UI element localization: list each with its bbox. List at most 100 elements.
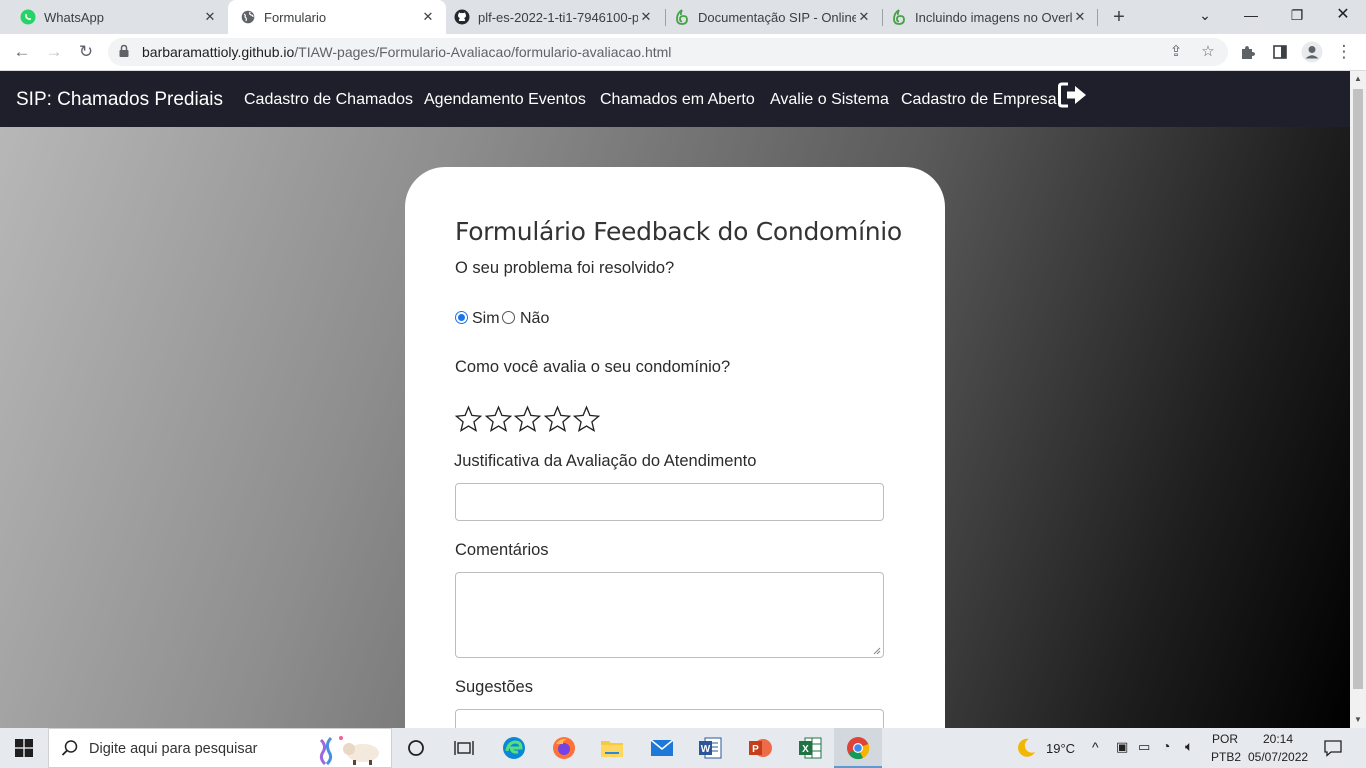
nav-cadastro-chamados[interactable]: Cadastro de Chamados — [244, 91, 413, 109]
forward-icon[interactable]: → — [42, 40, 66, 64]
site-brand[interactable]: SIP: Chamados Prediais — [16, 89, 223, 111]
resize-handle-icon[interactable] — [873, 647, 881, 655]
edge-icon[interactable] — [494, 728, 534, 768]
close-icon[interactable]: ✕ — [856, 9, 872, 25]
close-icon[interactable]: ✕ — [638, 9, 654, 25]
meet-now-icon[interactable]: ▣ — [1116, 739, 1128, 755]
logout-icon[interactable] — [1058, 82, 1088, 113]
radio-sim[interactable] — [455, 311, 468, 324]
show-hidden-icons[interactable]: ^ — [1092, 739, 1099, 755]
nav-chamados-aberto[interactable]: Chamados em Aberto — [600, 91, 755, 109]
window-close-button[interactable]: ✕ — [1320, 0, 1366, 30]
scroll-up-icon[interactable]: ▲ — [1350, 71, 1366, 87]
share-icon[interactable]: ⇪ — [1165, 41, 1187, 63]
cortana-icon[interactable] — [396, 728, 436, 768]
weather-moon-icon[interactable] — [1012, 728, 1040, 768]
file-explorer-icon[interactable] — [592, 728, 632, 768]
task-view-icon[interactable] — [444, 728, 484, 768]
minimize-button[interactable]: — — [1228, 0, 1274, 30]
tab-documentacao[interactable]: Documentação SIP - Online L ✕ — [666, 0, 882, 34]
powerpoint-icon[interactable]: P — [740, 728, 780, 768]
profile-avatar-icon[interactable] — [1300, 40, 1324, 64]
page-scrollbar[interactable]: ▲ ▼ — [1350, 71, 1366, 728]
radio-nao[interactable] — [502, 311, 515, 324]
tab-title: plf-es-2022-1-ti1-7946100-p — [478, 9, 638, 25]
tab-title: WhatsApp — [44, 9, 104, 25]
language-bottom[interactable]: PTB2 — [1211, 750, 1241, 764]
word-icon[interactable]: W — [690, 728, 730, 768]
url-text[interactable]: barbaramattioly.github.io/TIAW-pages/For… — [142, 44, 671, 60]
nav-agendamento-eventos[interactable]: Agendamento Eventos — [424, 91, 586, 109]
scrollbar-thumb[interactable] — [1353, 89, 1363, 689]
search-placeholder: Digite aqui para pesquisar — [89, 741, 258, 757]
windows-taskbar: Digite aqui para pesquisar W P X 19°C ^ … — [0, 728, 1366, 768]
restore-button[interactable]: ❐ — [1274, 0, 1320, 30]
sugestoes-textarea[interactable] — [455, 709, 884, 728]
star-rating[interactable] — [454, 405, 602, 434]
overleaf-icon — [674, 9, 690, 25]
browser-toolbar: ← → ↻ barbaramattioly.github.io/TIAW-pag… — [0, 34, 1366, 71]
search-icon — [61, 739, 79, 762]
whatsapp-icon — [20, 9, 36, 25]
windows-start-icon[interactable] — [0, 728, 48, 768]
comentarios-textarea[interactable] — [455, 572, 884, 658]
justificativa-label: Justificativa da Avaliação do Atendiment… — [454, 452, 757, 470]
close-icon[interactable]: ✕ — [420, 9, 436, 25]
tab-github[interactable]: plf-es-2022-1-ti1-7946100-p ✕ — [446, 0, 664, 34]
close-icon[interactable]: ✕ — [202, 9, 218, 25]
notifications-icon[interactable] — [1318, 728, 1348, 768]
question-rating: Como você avalia o seu condomínio? — [455, 358, 731, 376]
side-panel-icon[interactable] — [1268, 40, 1292, 64]
star-icon[interactable] — [454, 405, 483, 434]
nav-cadastro-empresa[interactable]: Cadastro de Empresa — [901, 91, 1057, 109]
svg-text:P: P — [752, 744, 759, 755]
new-tab-button[interactable]: + — [1108, 6, 1130, 28]
reload-icon[interactable]: ↻ — [74, 40, 98, 64]
volume-icon[interactable]: 🔈︎ — [1185, 738, 1193, 755]
chrome-taskbar-icon[interactable] — [834, 728, 882, 768]
radio-sim-label[interactable]: Sim — [472, 310, 500, 328]
question-resolved: O seu problema foi resolvido? — [455, 259, 675, 277]
tab-formulario[interactable]: Formulario ✕ — [228, 0, 446, 34]
back-icon[interactable]: ← — [10, 40, 34, 64]
search-highlight-icon — [315, 732, 389, 768]
star-icon[interactable] — [513, 405, 542, 434]
menu-dots-icon[interactable]: ⋮ — [1332, 40, 1356, 64]
wifi-icon[interactable]: ◔ — [1162, 738, 1170, 754]
taskbar-search-box[interactable]: Digite aqui para pesquisar — [48, 728, 392, 768]
radio-nao-label[interactable]: Não — [520, 310, 549, 328]
mail-icon[interactable] — [642, 728, 682, 768]
tab-title: Documentação SIP - Online L — [698, 9, 856, 25]
address-bar[interactable]: barbaramattioly.github.io/TIAW-pages/For… — [108, 38, 1228, 66]
svg-text:W: W — [701, 744, 711, 755]
star-icon[interactable] — [543, 405, 572, 434]
bookmark-star-icon[interactable]: ☆ — [1197, 41, 1219, 63]
tab-whatsapp[interactable]: WhatsApp ✕ — [0, 0, 228, 34]
comentarios-label: Comentários — [455, 541, 549, 559]
clock-date[interactable]: 05/07/2022 — [1248, 750, 1308, 764]
globe-icon — [240, 9, 256, 25]
nav-avalie-sistema[interactable]: Avalie o Sistema — [770, 91, 889, 109]
close-icon[interactable]: ✕ — [1072, 9, 1088, 25]
clock-time[interactable]: 20:14 — [1263, 732, 1293, 746]
battery-icon[interactable]: ▭ — [1138, 739, 1150, 755]
tab-incluindo-imagens[interactable]: Incluindo imagens no Overle ✕ — [883, 0, 1098, 34]
lock-icon[interactable] — [118, 44, 130, 63]
tab-separator — [1097, 9, 1098, 26]
firefox-icon[interactable] — [544, 728, 584, 768]
url-path: /TIAW-pages/Formulario-Avaliacao/formula… — [294, 44, 672, 60]
excel-icon[interactable]: X — [790, 728, 830, 768]
tab-strip: WhatsApp ✕ Formulario ✕ plf-es-2022-1-ti… — [0, 0, 1366, 34]
page-viewport: SIP: Chamados Prediais Cadastro de Chama… — [0, 71, 1350, 728]
scroll-down-icon[interactable]: ▼ — [1350, 712, 1366, 728]
feedback-form-card: Formulário Feedback do Condomínio O seu … — [405, 167, 945, 728]
tab-title: Formulario — [264, 9, 327, 25]
weather-temp[interactable]: 19°C — [1046, 741, 1075, 756]
tab-search-icon[interactable]: ⌄ — [1182, 0, 1228, 30]
star-icon[interactable] — [572, 405, 601, 434]
star-icon[interactable] — [484, 405, 513, 434]
extensions-icon[interactable] — [1236, 40, 1260, 64]
github-icon — [454, 9, 470, 25]
justificativa-input[interactable] — [455, 483, 884, 521]
language-top[interactable]: POR — [1212, 732, 1238, 746]
